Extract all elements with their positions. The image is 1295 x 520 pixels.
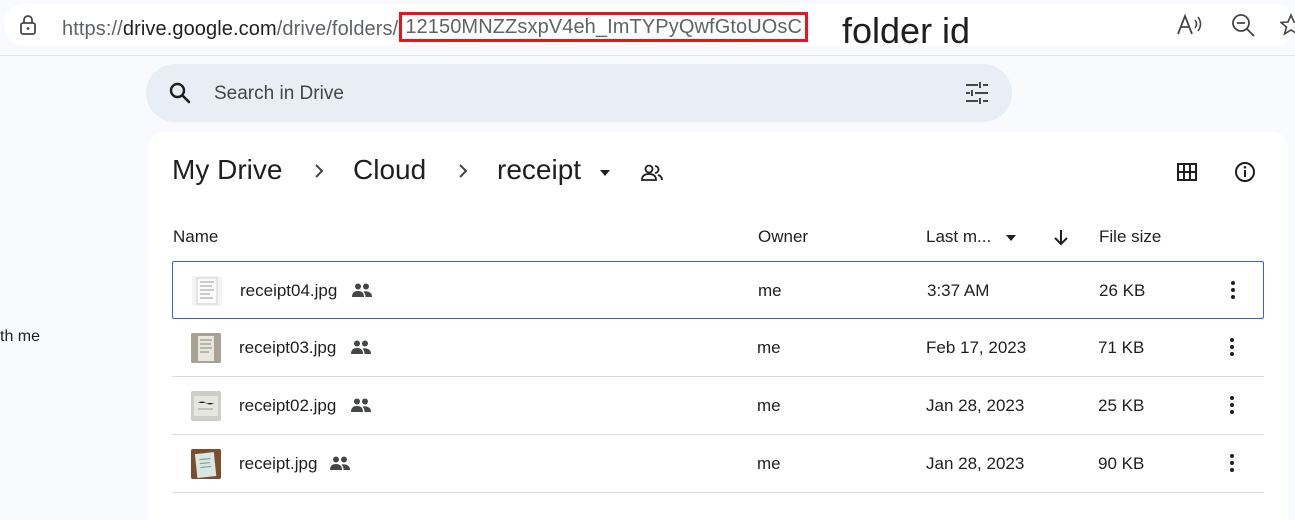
- search-bar[interactable]: Search in Drive: [146, 64, 1012, 122]
- dropdown-caret-icon[interactable]: [598, 168, 612, 178]
- url-path: /drive/folders/: [276, 18, 399, 40]
- info-icon[interactable]: [1234, 161, 1256, 183]
- file-size: 25 KB: [1098, 396, 1145, 415]
- file-name[interactable]: receipt04.jpg: [240, 281, 337, 301]
- folder-id-annotation: folder id: [842, 10, 971, 51]
- url-prefix: https://: [62, 18, 123, 40]
- read-aloud-icon[interactable]: [1176, 12, 1204, 38]
- table-row[interactable]: receipt02.jpg me Jan 28, 2023 25 KB: [172, 377, 1264, 435]
- more-actions-icon[interactable]: [1222, 452, 1242, 474]
- url-host: drive.google.com: [122, 18, 277, 40]
- more-actions-icon[interactable]: [1222, 394, 1242, 416]
- column-header-file-size[interactable]: File size: [1099, 227, 1161, 247]
- shared-people-icon: [351, 340, 371, 354]
- grid-view-icon[interactable]: [1176, 162, 1198, 182]
- image-thumbnail: [191, 333, 221, 363]
- file-owner: me: [757, 338, 781, 357]
- search-options-icon[interactable]: [964, 81, 990, 105]
- shared-people-icon: [351, 398, 371, 412]
- file-name[interactable]: receipt.jpg: [239, 454, 317, 474]
- breadcrumb-my-drive[interactable]: My Drive: [172, 154, 282, 186]
- more-actions-icon[interactable]: [1223, 279, 1243, 301]
- column-header-last-modified[interactable]: Last m...: [926, 227, 991, 247]
- file-size: 71 KB: [1098, 338, 1145, 357]
- file-owner: me: [758, 281, 782, 300]
- favorite-star-icon[interactable]: [1280, 12, 1295, 38]
- file-size: 26 KB: [1099, 281, 1146, 300]
- file-last-modified: Jan 28, 2023: [926, 396, 1025, 415]
- url-text[interactable]: https://drive.google.com/drive/folders/1…: [62, 12, 809, 44]
- column-header-owner[interactable]: Owner: [758, 227, 808, 247]
- file-last-modified: 3:37 AM: [927, 281, 990, 300]
- table-row[interactable]: receipt03.jpg me Feb 17, 2023 71 KB: [172, 319, 1264, 377]
- file-name[interactable]: receipt03.jpg: [239, 338, 336, 358]
- lock-icon[interactable]: [18, 14, 38, 36]
- file-owner: me: [757, 454, 781, 473]
- breadcrumb-receipt[interactable]: receipt: [497, 154, 581, 186]
- image-thumbnail: [192, 276, 222, 306]
- browser-address-bar: https://drive.google.com/drive/folders/1…: [0, 0, 1295, 56]
- breadcrumb-cloud[interactable]: Cloud: [353, 154, 426, 186]
- search-input[interactable]: Search in Drive: [214, 83, 344, 105]
- dropdown-caret-icon[interactable]: [1004, 233, 1018, 243]
- file-last-modified: Jan 28, 2023: [926, 454, 1025, 473]
- column-header-name[interactable]: Name: [173, 227, 218, 247]
- chevron-right-icon: [459, 164, 468, 178]
- zoom-out-icon[interactable]: [1230, 12, 1256, 38]
- image-thumbnail: [191, 449, 221, 479]
- more-actions-icon[interactable]: [1222, 336, 1242, 358]
- shared-people-icon: [352, 283, 372, 297]
- table-row[interactable]: receipt04.jpg me 3:37 AM 26 KB: [172, 261, 1264, 319]
- folder-id-highlight: 12150MNZZsxpV4eh_ImTYPyQwfGtoUOsC: [399, 12, 809, 42]
- shared-people-icon: [330, 456, 350, 470]
- sidebar-item-shared-with-me[interactable]: th me: [0, 328, 40, 346]
- file-size: 90 KB: [1098, 454, 1145, 473]
- file-name[interactable]: receipt02.jpg: [239, 396, 336, 416]
- shared-people-icon[interactable]: [640, 163, 664, 183]
- image-thumbnail: [191, 391, 221, 421]
- file-owner: me: [757, 396, 781, 415]
- search-icon[interactable]: [168, 81, 192, 105]
- sort-down-arrow-icon[interactable]: [1052, 228, 1070, 246]
- chevron-right-icon: [315, 164, 324, 178]
- table-row[interactable]: receipt.jpg me Jan 28, 2023 90 KB: [172, 435, 1264, 493]
- file-last-modified: Feb 17, 2023: [926, 338, 1027, 357]
